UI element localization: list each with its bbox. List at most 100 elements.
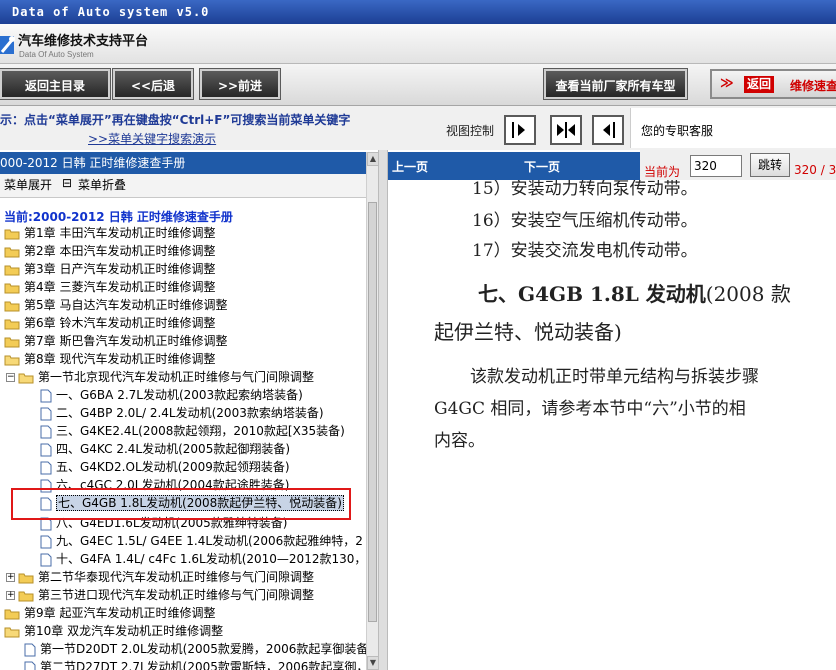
document-icon [40,461,52,474]
page-controls: 当前为 跳转 320 / 3 [640,150,836,182]
tree-node-section[interactable]: + 第三节进口现代汽车发动机正时维修与气门间隙调整 [6,586,314,604]
tree-node-document[interactable]: 十、G4FA 1.4L/ c4Fc 1.6L发动机(2010—2012款130， [40,550,366,568]
next-page-button[interactable]: 下一页 [524,158,560,175]
tree-node-section[interactable]: + 第二节华泰现代汽车发动机正时维修与气门间隙调整 [6,568,314,586]
folder-icon [4,283,20,294]
doc-list-item: 16）安装空气压缩机传动带。 [472,211,698,231]
customer-service-panel: 您的专职客服 [630,108,836,148]
view-control-label: 视图控制 [446,124,495,138]
scroll-thumb[interactable] [368,202,377,622]
folder-icon [4,265,20,276]
customer-service-label: 您的专职客服 [641,124,714,138]
tree-node-document[interactable]: 五、G4KD2.OL发动机(2009款起领翔装备) [40,458,290,476]
return-label: 返回 [744,76,775,93]
page-count: 320 / 3 [794,163,836,177]
brand-header: 汽车维修技术支持平台 Data Of Auto System [0,24,836,64]
doc-section-heading-cont: 起伊兰特、悦动装备) [434,320,622,344]
prev-page-button[interactable]: 上一页 [392,158,428,175]
doc-paragraph: G4GC 相同，请参考本节中“六”小节的相 [434,399,746,419]
hint-bar: 示：点击“菜单展开”再在键盘按“Ctrl+F”可搜索当前菜单关键字 >>菜单关键… [0,106,836,150]
search-demo-link[interactable]: >>菜单关键字搜索演示 [88,130,216,147]
tree-node-document[interactable]: 四、G4KC 2.4L发动机(2005款起御翔装备) [40,440,290,458]
tree-node-chapter[interactable]: 第3章 日产汽车发动机正时维修调整 [4,260,215,278]
brand-title: 汽车维修技术支持平台 [18,34,149,49]
expand-toggle-icon[interactable]: + [6,591,15,600]
folder-icon [18,591,34,602]
view-split-button[interactable] [550,115,582,145]
tree-node-chapter[interactable]: 第4章 三菱汽车发动机正时维修调整 [4,278,215,296]
tree-node-document[interactable]: 一、G6BA 2.7L发动机(2003款起索纳塔装备) [40,386,303,404]
collapse-menu-icon[interactable]: ⊟ [62,176,72,190]
tree-node-chapter[interactable]: 第6章 铃木汽车发动机正时维修调整 [4,314,215,332]
folder-icon [18,573,34,584]
doc-section-heading: 七、G4GB 1.8L 发动机(2008 款 [478,282,791,306]
tree-node-document[interactable]: 二、G4BP 2.0L/ 2.4L发动机(2003款索纳塔装备) [40,404,324,422]
tree-scrollbar[interactable]: ▲ ▼ [366,152,379,670]
collapse-toggle-icon[interactable]: − [6,373,15,382]
double-chevron-right-icon: ≫ [720,76,734,91]
view-left-panel-button[interactable] [504,115,536,145]
home-button[interactable]: 返回主目录 [0,69,110,99]
tree-node-document[interactable]: 第二节D27DT 2.7L发动机(2005款雷斯特，2006款起享御， [24,658,366,670]
document-icon [24,643,36,656]
expand-menu-button[interactable]: 菜单展开 [4,176,52,193]
brand-subtitle: Data Of Auto System [19,50,94,59]
expand-left-icon [603,122,615,138]
collapse-menu-button[interactable]: 菜单折叠 [78,176,126,193]
document-viewer: 15）安装动力转向泵传动带。 16）安装空气压缩机传动带。 17）安装交流发电机… [388,180,836,670]
doc-list-item: 15）安装动力转向泵传动带。 [472,180,698,199]
tree-node-section[interactable]: − 第一节北京现代汽车发动机正时维修与气门间隙调整 [6,368,314,386]
expand-toggle-icon[interactable]: + [6,573,15,582]
split-view-icon [557,122,575,138]
folder-open-icon [4,355,20,366]
all-models-button[interactable]: 查看当前厂家所有车型 [544,69,687,99]
search-hint-text: 示：点击“菜单展开”再在键盘按“Ctrl+F”可搜索当前菜单关键字 [0,113,351,127]
doc-list-item: 17）安装交流发电机传动带。 [472,241,698,261]
return-target-label: 维修速查 [790,79,836,93]
folder-icon [4,229,20,240]
wrench-logo-icon [0,36,15,54]
document-icon [40,535,52,548]
chapter-tree: 当前:2000-2012 日韩 正时维修速查手册 第1章 丰田汽车发动机正时维修… [0,198,366,670]
document-icon [40,389,52,402]
document-icon [40,553,52,566]
document-icon [40,407,52,420]
back-button[interactable]: <<后退 [113,69,193,99]
window-title: Data of Auto system v5.0 [0,0,836,24]
tree-node-document[interactable]: 三、G4KE2.4L(2008款起领翔，2010款起[X35装备) [40,422,345,440]
document-icon [40,443,52,456]
tree-node-chapter[interactable]: 第7章 斯巴鲁汽车发动机正时维修调整 [4,332,227,350]
tree-node-document[interactable]: 九、G4EC 1.5L/ G4EE 1.4L发动机(2006款起雅绅特，2 [40,532,363,550]
folder-icon [4,609,20,620]
tree-node-chapter[interactable]: 第1章 丰田汽车发动机正时维修调整 [4,224,215,242]
tree-node-chapter[interactable]: 第10章 双龙汽车发动机正时维修调整 [4,622,223,640]
folder-open-icon [4,627,20,638]
tree-node-document[interactable]: 第一节D20DT 2.0L发动机(2005款爱腾，2006款起享御装备 [24,640,366,658]
tree-title: 当前:2000-2012 日韩 正时维修速查手册 [4,210,233,224]
return-quickref-button[interactable]: ≫ 返回 维修速查 [710,69,836,99]
tree-node-chapter[interactable]: 第5章 马自达汽车发动机正时维修调整 [4,296,227,314]
document-icon [24,661,36,670]
main-toolbar: 返回主目录 <<后退 >>前进 查看当前厂家所有车型 ≫ 返回 维修速查 [0,64,836,106]
selection-highlight-box [11,488,351,520]
doc-paragraph: 该款发动机正时带单元结构与拆装步骤 [470,367,759,387]
folder-icon [4,301,20,312]
doc-paragraph: 内容。 [434,431,485,451]
expand-right-icon [512,122,525,138]
folder-icon [4,337,20,348]
folder-icon [4,319,20,330]
view-right-panel-button[interactable] [592,115,624,145]
folder-icon [4,247,20,258]
document-icon [40,425,52,438]
tree-node-chapter[interactable]: 第2章 本田汽车发动机正时维修调整 [4,242,215,260]
tree-node-chapter[interactable]: 第8章 现代汽车发动机正时维修调整 [4,350,215,368]
page-number-input[interactable] [690,155,742,177]
folder-open-icon [18,373,34,384]
forward-button[interactable]: >>前进 [200,69,280,99]
tree-controls: 菜单展开 ⊟ 菜单折叠 [0,174,378,198]
jump-button[interactable]: 跳转 [750,153,790,177]
panel-splitter[interactable] [378,150,388,670]
current-page-label: 当前为 [644,165,681,179]
tree-node-chapter[interactable]: 第9章 起亚汽车发动机正时维修调整 [4,604,215,622]
manual-header: 000-2012 日韩 正时维修速查手册 [0,152,378,174]
